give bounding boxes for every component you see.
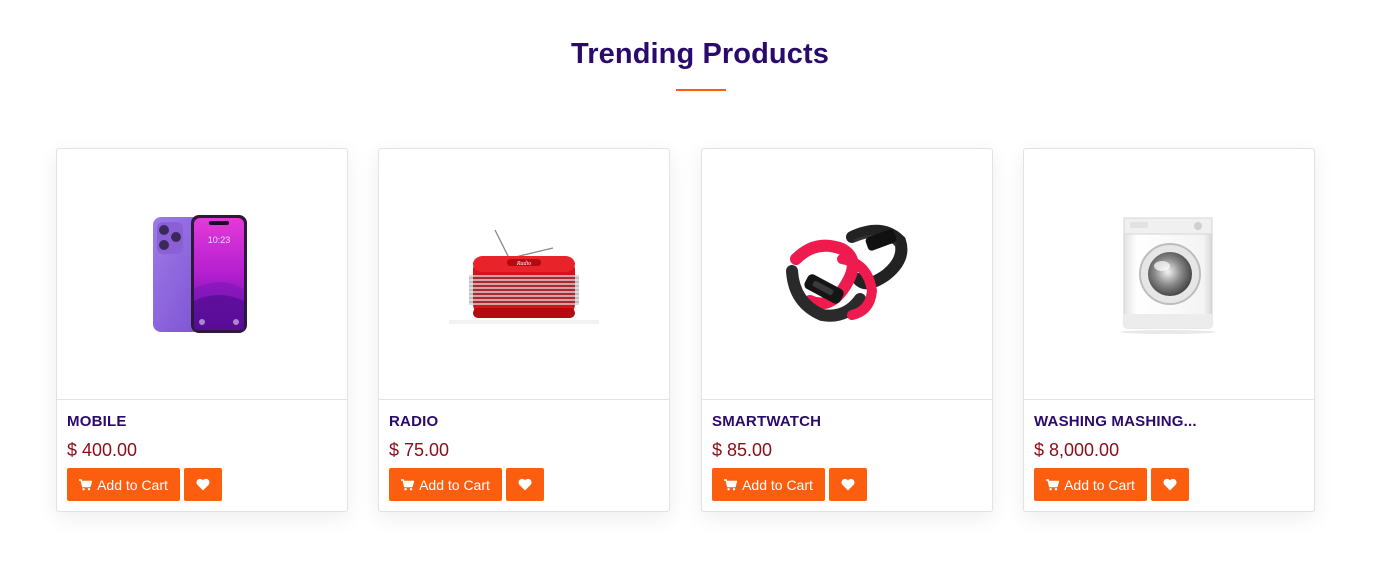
svg-text:10:23: 10:23 (208, 235, 231, 245)
product-card: WASHING MASHING... $ 8,000.00 Add to Car… (1023, 148, 1315, 512)
product-grid: 10:23 MOBILE $ 400.00 Add to Cart Radio … (56, 148, 1326, 512)
wishlist-button[interactable] (506, 468, 544, 501)
add-to-cart-label: Add to Cart (97, 476, 168, 493)
wishlist-button[interactable] (829, 468, 867, 501)
product-name[interactable]: SMARTWATCH (712, 413, 821, 430)
product-price: $ 8,000.00 (1034, 440, 1120, 460)
section-title: Trending Products (571, 38, 829, 70)
product-image-box[interactable]: 10:23 (57, 149, 347, 400)
add-to-cart-label: Add to Cart (742, 476, 813, 493)
product-price: $ 85.00 (712, 440, 773, 460)
product-image-box[interactable] (1024, 149, 1314, 400)
product-price: $ 75.00 (389, 440, 450, 460)
cart-icon (401, 478, 415, 490)
product-price: $ 400.00 (67, 440, 138, 460)
smartphone-image: 10:23 (153, 215, 247, 333)
product-name[interactable]: RADIO (389, 413, 438, 430)
washing-machine-image (1120, 217, 1216, 334)
product-name[interactable]: WASHING MASHING... (1034, 413, 1197, 430)
add-to-cart-label: Add to Cart (1064, 476, 1135, 493)
cart-icon (1046, 478, 1060, 490)
product-card: Radio RADIO $ 75.00 Add to Cart (378, 148, 670, 512)
heart-icon (518, 478, 532, 491)
cart-icon (79, 478, 93, 490)
add-to-cart-button[interactable]: Add to Cart (67, 468, 180, 501)
product-card: 10:23 MOBILE $ 400.00 Add to Cart (56, 148, 348, 512)
smartwatch-image (786, 225, 908, 322)
heart-icon (841, 478, 855, 491)
add-to-cart-label: Add to Cart (419, 476, 490, 493)
svg-text:Radio: Radio (516, 261, 531, 267)
add-to-cart-button[interactable]: Add to Cart (1034, 468, 1147, 501)
product-card: SMARTWATCH $ 85.00 Add to Cart (701, 148, 993, 512)
cart-icon (724, 478, 738, 490)
wishlist-button[interactable] (1151, 468, 1189, 501)
add-to-cart-button[interactable]: Add to Cart (712, 468, 825, 501)
title-underline (676, 89, 726, 91)
product-name[interactable]: MOBILE (67, 413, 127, 430)
add-to-cart-button[interactable]: Add to Cart (389, 468, 502, 501)
product-image-box[interactable]: Radio (379, 149, 669, 400)
heart-icon (1163, 478, 1177, 491)
radio-image: Radio (449, 229, 599, 324)
heart-icon (196, 478, 210, 491)
product-image-box[interactable] (702, 149, 992, 400)
wishlist-button[interactable] (184, 468, 222, 501)
